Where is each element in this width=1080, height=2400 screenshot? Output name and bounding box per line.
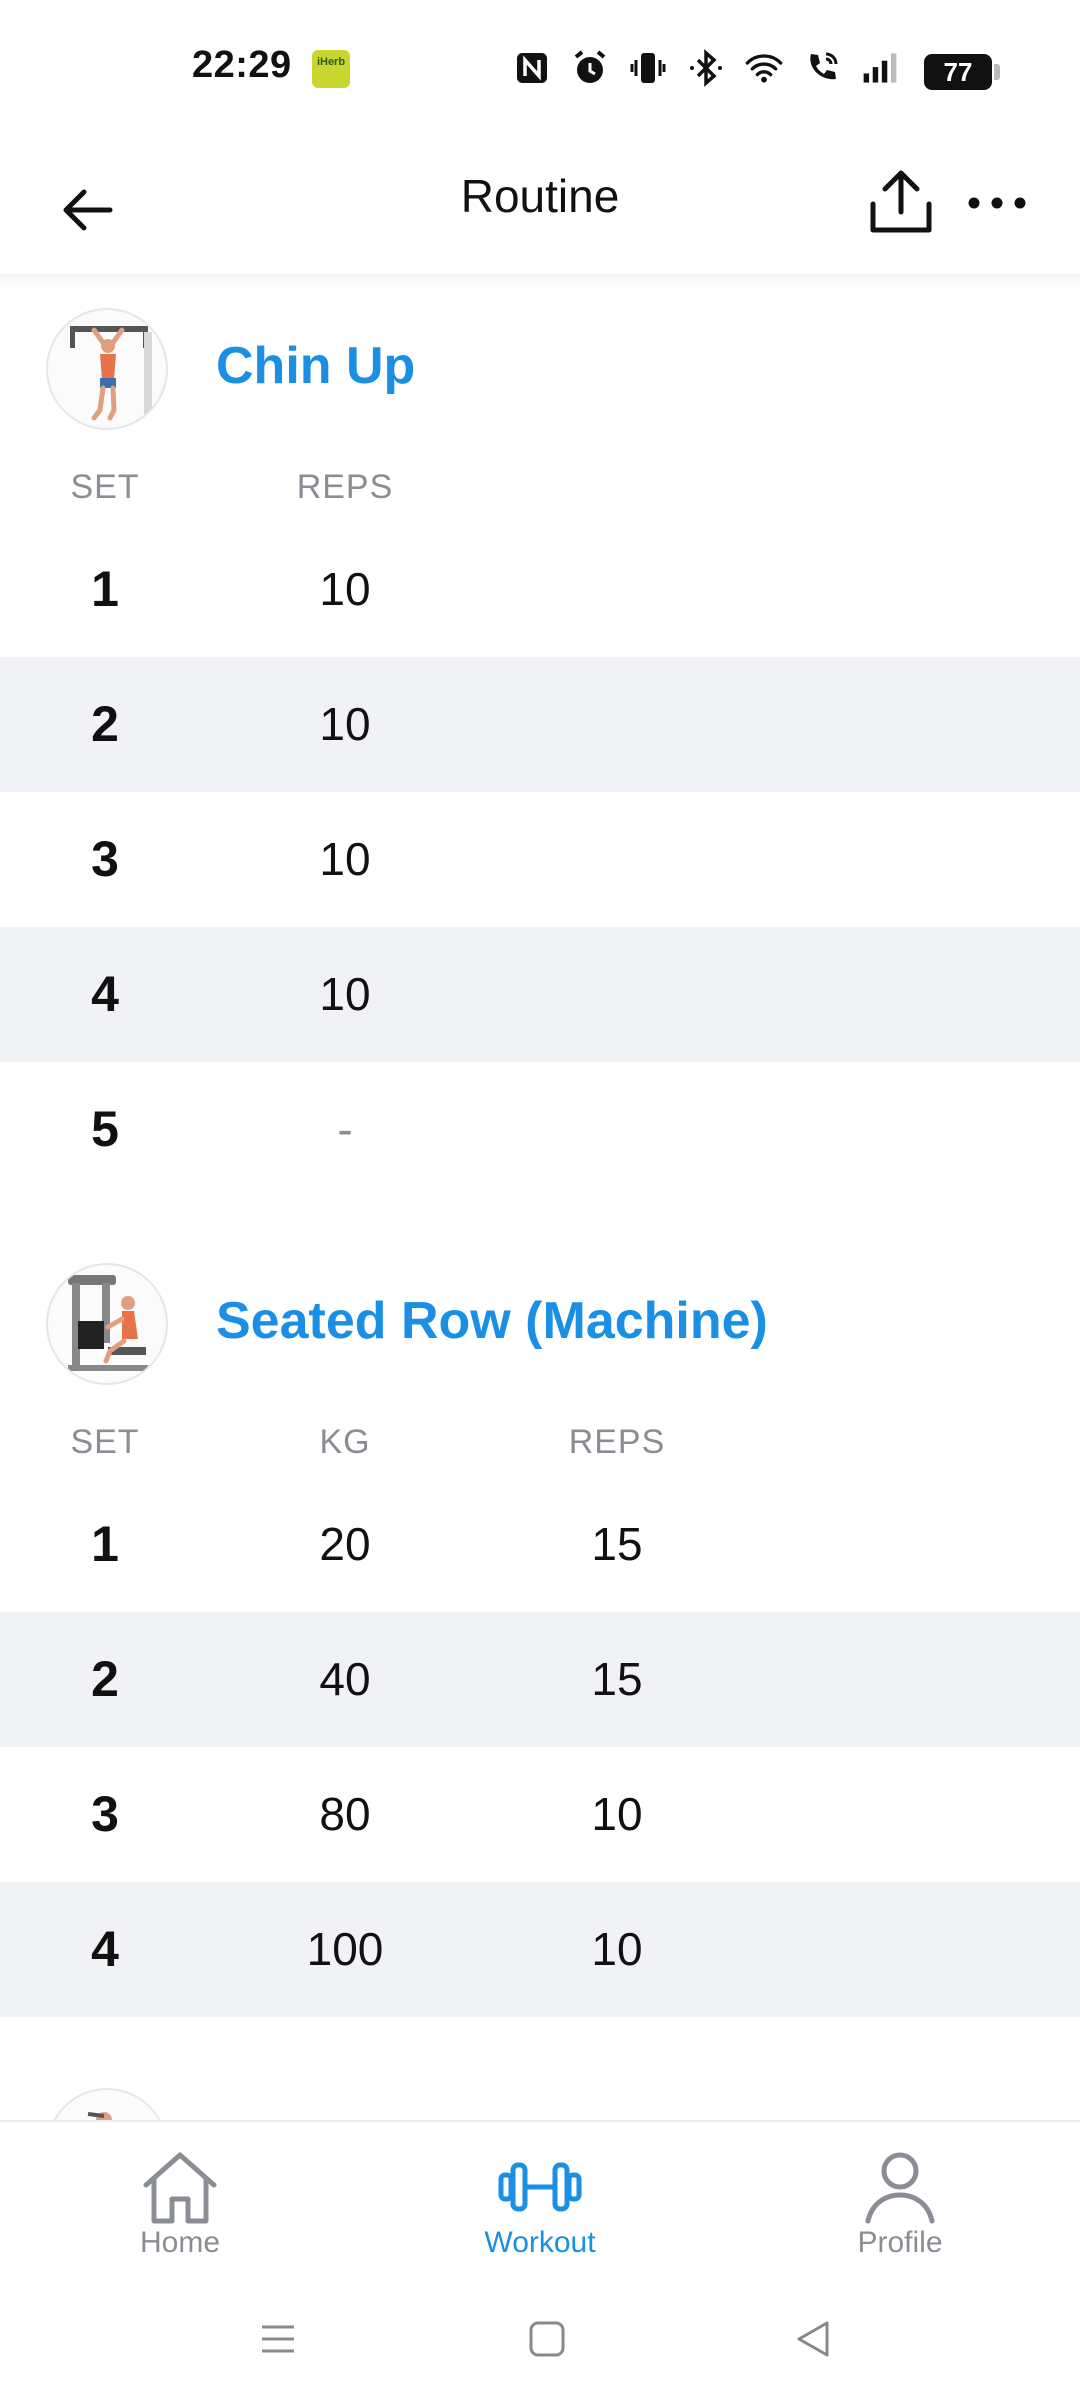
reps-value: 15	[591, 1653, 643, 1705]
reps-value: 10	[319, 698, 371, 750]
set-row: 1 20 15	[0, 1477, 1080, 1612]
status-bar: 22:29 iHerb 77	[0, 0, 1080, 140]
set-number: 4	[91, 966, 119, 1022]
exercise-header[interactable]: Chin Up	[0, 290, 1080, 450]
iherb-badge-label: iHerb	[316, 56, 346, 68]
kg-value: 40	[319, 1653, 371, 1705]
header-divider	[0, 274, 1080, 288]
exercise-title[interactable]: Chin Up	[216, 336, 415, 396]
set-row: 5 -	[0, 1062, 1080, 1197]
reps-value: -	[337, 1103, 353, 1155]
battery-level: 77	[924, 54, 992, 90]
set-table-header: SET REPS	[0, 450, 1080, 522]
kg-value: 100	[306, 1923, 384, 1975]
set-number: 1	[91, 1516, 119, 1572]
wifi-calling-icon	[802, 48, 842, 88]
set-number: 3	[91, 1786, 119, 1842]
bluetooth-icon	[686, 48, 726, 88]
set-row: 4 100 10	[0, 1882, 1080, 2017]
reps-value: 10	[319, 968, 371, 1020]
column-header-set: SET	[70, 1423, 140, 1461]
share-button[interactable]	[856, 158, 946, 248]
back-button[interactable]	[48, 170, 128, 250]
alarm-icon	[570, 48, 610, 88]
battery-icon: 77	[924, 54, 1000, 90]
column-header-reps: REPS	[296, 468, 394, 506]
triangle-back-icon	[797, 2321, 829, 2357]
reps-value: 10	[591, 1788, 643, 1840]
square-icon	[529, 2321, 565, 2357]
menu-lines-icon	[262, 2325, 294, 2353]
set-row: 1 10	[0, 522, 1080, 657]
exercise-thumbnail[interactable]	[46, 1263, 168, 1385]
nav-label-profile: Profile	[857, 2226, 943, 2259]
reps-value: 10	[319, 563, 371, 615]
exercise-header[interactable]: Seated Row (Machine)	[0, 1245, 1080, 1405]
nav-label-workout: Workout	[484, 2226, 596, 2259]
column-header-reps: REPS	[568, 1423, 666, 1461]
set-row: 2 40 15	[0, 1612, 1080, 1747]
more-horizontal-icon	[968, 197, 1026, 209]
set-number: 4	[91, 1921, 119, 1977]
recent-apps-button[interactable]	[243, 2304, 313, 2374]
reps-value: 15	[591, 1518, 643, 1570]
exercise-thumbnail[interactable]	[46, 308, 168, 430]
column-header-set: SET	[70, 468, 140, 506]
kg-value: 20	[319, 1518, 371, 1570]
set-number: 2	[91, 696, 119, 752]
reps-value: 10	[319, 833, 371, 885]
nfc-icon	[512, 48, 552, 88]
nav-item-profile[interactable]: Profile	[800, 2122, 1000, 2282]
status-time: 22:29	[192, 44, 292, 86]
status-icons	[512, 44, 900, 92]
dumbbell-icon	[495, 2142, 585, 2232]
set-row: 4 10	[0, 927, 1080, 1062]
column-header-kg: KG	[319, 1423, 371, 1461]
wifi-icon	[744, 48, 784, 88]
profile-icon	[855, 2142, 945, 2232]
exercise-title[interactable]: Seated Row (Machine)	[216, 1291, 768, 1351]
set-row: 2 10	[0, 657, 1080, 792]
set-number: 5	[91, 1101, 119, 1157]
nav-item-home[interactable]: Home	[80, 2122, 280, 2282]
nav-item-workout[interactable]: Workout	[440, 2122, 640, 2282]
exercise-card-chin-up: Chin Up SET REPS 1 10 2 10 3 10 4 10 5 -	[0, 290, 1080, 1197]
reps-value: 10	[591, 1923, 643, 1975]
home-system-button[interactable]	[512, 2304, 582, 2374]
share-icon	[870, 170, 932, 233]
set-number: 2	[91, 1651, 119, 1707]
set-number: 1	[91, 561, 119, 617]
set-table-header: SET KG REPS	[0, 1405, 1080, 1477]
arrow-left-icon	[63, 189, 113, 231]
battery-tip	[994, 64, 1000, 80]
more-options-button[interactable]	[952, 158, 1042, 248]
system-navigation-bar	[0, 2280, 1080, 2400]
set-row: 3 80 10	[0, 1747, 1080, 1882]
iherb-notification-icon: iHerb	[312, 50, 350, 88]
app-header: Routine	[0, 140, 1080, 280]
bottom-navigation: Home Workout Profile	[0, 2120, 1080, 2280]
vibrate-icon	[628, 48, 668, 88]
back-system-button[interactable]	[778, 2304, 848, 2374]
set-row: 3 10	[0, 792, 1080, 927]
kg-value: 80	[319, 1788, 371, 1840]
nav-label-home: Home	[139, 2226, 221, 2259]
set-number: 3	[91, 831, 119, 887]
home-icon	[135, 2142, 225, 2232]
signal-icon	[860, 48, 900, 88]
exercise-card-seated-row: Seated Row (Machine) SET KG REPS 1 20 15…	[0, 1245, 1080, 2017]
